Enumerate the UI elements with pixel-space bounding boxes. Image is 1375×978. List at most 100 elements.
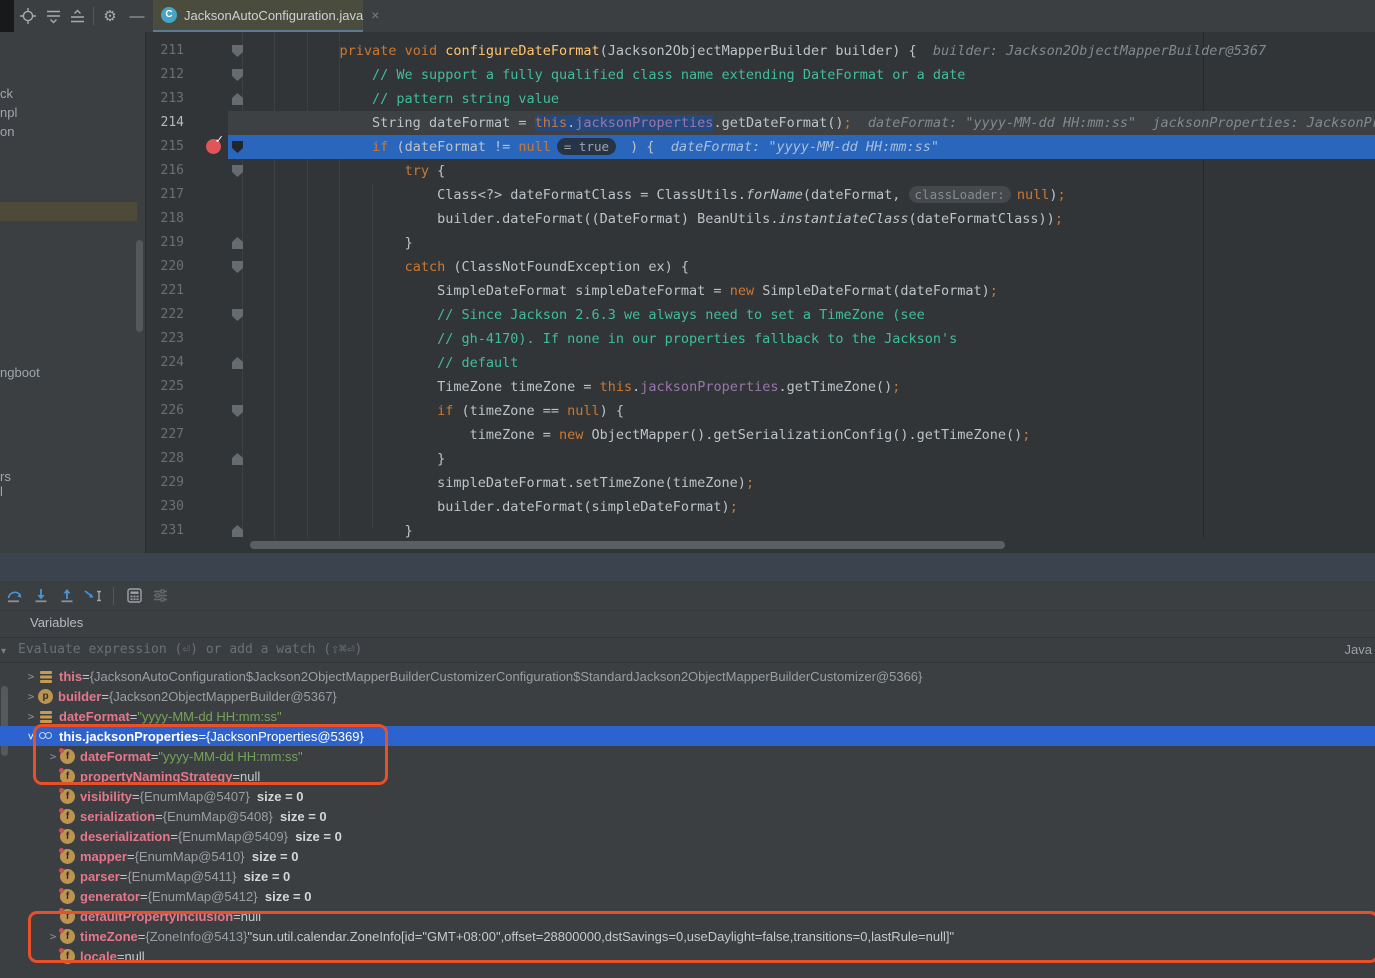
- code-segment: builder.dateFormat((DateFormat) BeanUtil…: [437, 211, 778, 227]
- run-to-cursor-icon[interactable]: [80, 585, 106, 607]
- variable-value: "sun.util.calendar.ZoneInfo[id="GMT+08:0…: [248, 929, 955, 944]
- project-tree-item-fragment[interactable]: on: [0, 124, 14, 139]
- field-icon: f: [60, 849, 75, 864]
- code-segment: ObjectMapper().getSerializationConfig().…: [583, 427, 1022, 443]
- settings-gear-icon[interactable]: ⚙: [100, 0, 120, 32]
- variable-name: serialization: [80, 809, 155, 824]
- code-segment: try: [405, 163, 429, 179]
- code-line-231: 231 }: [146, 519, 1375, 543]
- variable-row-this.jacksonProperties[interactable]: >this.jacksonProperties = {JacksonProper…: [0, 726, 1375, 746]
- expand-chevron-icon[interactable]: >: [24, 670, 38, 683]
- code-text: if (dateFormat != null= true ) {dateForm…: [242, 135, 939, 159]
- variable-row-dateFormat[interactable]: >dateFormat = "yyyy-MM-dd HH:mm:ss": [0, 706, 1375, 726]
- project-tree-item-fragment[interactable]: l: [0, 484, 3, 499]
- line-number: 212: [146, 63, 184, 87]
- variable-row-visibility[interactable]: fvisibility = {EnumMap@5407} size = 0: [0, 786, 1375, 806]
- editor-tab[interactable]: C JacksonAutoConfiguration.java ×: [153, 0, 363, 30]
- variable-value: =: [232, 769, 240, 784]
- code-line-228: 228 }: [146, 447, 1375, 471]
- project-tree-scrollbar[interactable]: [136, 240, 143, 332]
- field-icon: f: [60, 869, 75, 884]
- variable-value: =: [170, 829, 178, 844]
- code-segment: this: [535, 115, 568, 131]
- variable-name: dateFormat: [80, 749, 151, 764]
- expand-chevron-icon[interactable]: >: [24, 690, 38, 703]
- variable-value: =: [120, 869, 128, 884]
- code-text: // Since Jackson 2.6.3 we always need to…: [242, 303, 925, 327]
- code-segment: new: [730, 283, 754, 299]
- field-icon: f: [60, 809, 75, 824]
- code-line-217: 217 Class<?> dateFormatClass = ClassUtil…: [146, 183, 1375, 207]
- variable-row-locale[interactable]: flocale = null: [0, 946, 1375, 966]
- editor-horizontal-scrollbar[interactable]: [250, 541, 1005, 549]
- field-icon: f: [60, 749, 75, 764]
- code-segment: ;: [892, 379, 900, 395]
- project-tree-item-fragment[interactable]: ngboot: [0, 365, 40, 380]
- tab-variables[interactable]: Variables: [30, 615, 83, 630]
- expand-chevron-icon[interactable]: >: [25, 729, 38, 743]
- code-line-223: 223 // gh-4170). If none in our properti…: [146, 327, 1375, 351]
- debugger-inline-hint: dateFormat: "yyyy-MM-dd HH:mm:ss": [671, 139, 939, 155]
- variable-row-serialization[interactable]: fserialization = {EnumMap@5408} size = 0: [0, 806, 1375, 826]
- project-tree-item-fragment[interactable]: ck: [0, 86, 13, 101]
- code-segment: SimpleDateFormat(dateFormat): [754, 283, 990, 299]
- variable-row-deserialization[interactable]: fdeserialization = {EnumMap@5409} size =…: [0, 826, 1375, 846]
- project-tree-item-fragment[interactable]: rs: [0, 469, 11, 484]
- code-segment: // We support a fully qualified class na…: [372, 67, 965, 83]
- evaluate-expression-input[interactable]: Evaluate expression (⏎) or add a watch (…: [0, 637, 1375, 663]
- variable-row-builder[interactable]: >pbuilder = {Jackson2ObjectMapperBuilder…: [0, 686, 1375, 706]
- variable-name: visibility: [80, 789, 132, 804]
- project-tree-item-fragment[interactable]: npl: [0, 105, 17, 120]
- local-variable-icon: [38, 708, 54, 724]
- code-segment: }: [405, 523, 413, 539]
- variable-name: this.jacksonProperties: [59, 729, 198, 744]
- debugger-inline-hint: dateFormat: "yyyy-MM-dd HH:mm:ss": [868, 115, 1136, 131]
- project-tree-selected-row[interactable]: [0, 202, 137, 221]
- line-number: 225: [146, 375, 184, 399]
- debugger-inline-hint: builder: Jackson2ObjectMapperBuilder@536…: [933, 43, 1266, 59]
- variable-row-mapper[interactable]: fmapper = {EnumMap@5410} size = 0: [0, 846, 1375, 866]
- breakpoint-icon[interactable]: [206, 139, 221, 154]
- expand-chevron-icon[interactable]: >: [24, 710, 38, 723]
- toolbar-divider: [93, 7, 94, 25]
- expand-chevron-icon[interactable]: >: [46, 930, 60, 943]
- expand-all-icon[interactable]: [43, 0, 63, 32]
- layout-settings-icon[interactable]: [147, 585, 173, 607]
- variable-value: {JacksonProperties@5369}: [206, 729, 364, 744]
- variable-name: generator: [80, 889, 140, 904]
- code-line-221: 221 SimpleDateFormat simpleDateFormat = …: [146, 279, 1375, 303]
- code-text: // default: [242, 351, 518, 375]
- variable-value: =: [233, 909, 241, 924]
- evaluate-expression-icon[interactable]: [121, 585, 147, 607]
- expand-chevron-icon[interactable]: >: [46, 750, 60, 763]
- variable-row-timeZone[interactable]: >ftimeZone = {ZoneInfo@5413} "sun.util.c…: [0, 926, 1375, 946]
- hide-panel-icon[interactable]: —: [127, 0, 147, 32]
- code-segment: simpleDateFormat.setTimeZone(timeZone): [437, 475, 746, 491]
- variable-value: =: [140, 889, 148, 904]
- step-over-icon[interactable]: [2, 585, 28, 607]
- step-into-icon[interactable]: [28, 585, 54, 607]
- code-segment: if: [437, 403, 453, 419]
- variable-value: {ZoneInfo@5413}: [145, 929, 247, 944]
- code-editor: 210211 private void configureDateFormat(…: [146, 32, 1375, 553]
- tab-close-icon[interactable]: ×: [371, 8, 379, 22]
- variable-row-defaultPropertyInclusion[interactable]: fdefaultPropertyInclusion = null: [0, 906, 1375, 926]
- variable-row-parser[interactable]: fparser = {EnumMap@5411} size = 0: [0, 866, 1375, 886]
- variable-row-dateFormat[interactable]: >fdateFormat = "yyyy-MM-dd HH:mm:ss": [0, 746, 1375, 766]
- code-text: catch (ClassNotFoundException ex) {: [242, 255, 689, 279]
- variable-value: size = 0: [288, 829, 342, 844]
- variable-value: "yyyy-MM-dd HH:mm:ss": [158, 749, 302, 764]
- code-segment: if: [372, 139, 388, 155]
- collapse-all-icon[interactable]: [67, 0, 87, 32]
- code-text: private void configureDateFormat(Jackson…: [242, 39, 1266, 63]
- variable-row-generator[interactable]: fgenerator = {EnumMap@5412} size = 0: [0, 886, 1375, 906]
- variable-row-propertyNamingStrategy[interactable]: fpropertyNamingStrategy = null: [0, 766, 1375, 786]
- variable-row-this[interactable]: >this = {JacksonAutoConfiguration$Jackso…: [0, 666, 1375, 686]
- code-text: builder.dateFormat(simpleDateFormat);: [242, 495, 738, 519]
- variable-value: {Jackson2ObjectMapperBuilder@5367}: [109, 689, 337, 704]
- variable-value: size = 0: [250, 789, 304, 804]
- field-icon: f: [60, 929, 75, 944]
- step-out-icon[interactable]: [54, 585, 80, 607]
- variable-value: size = 0: [245, 849, 299, 864]
- locate-icon[interactable]: [18, 0, 38, 32]
